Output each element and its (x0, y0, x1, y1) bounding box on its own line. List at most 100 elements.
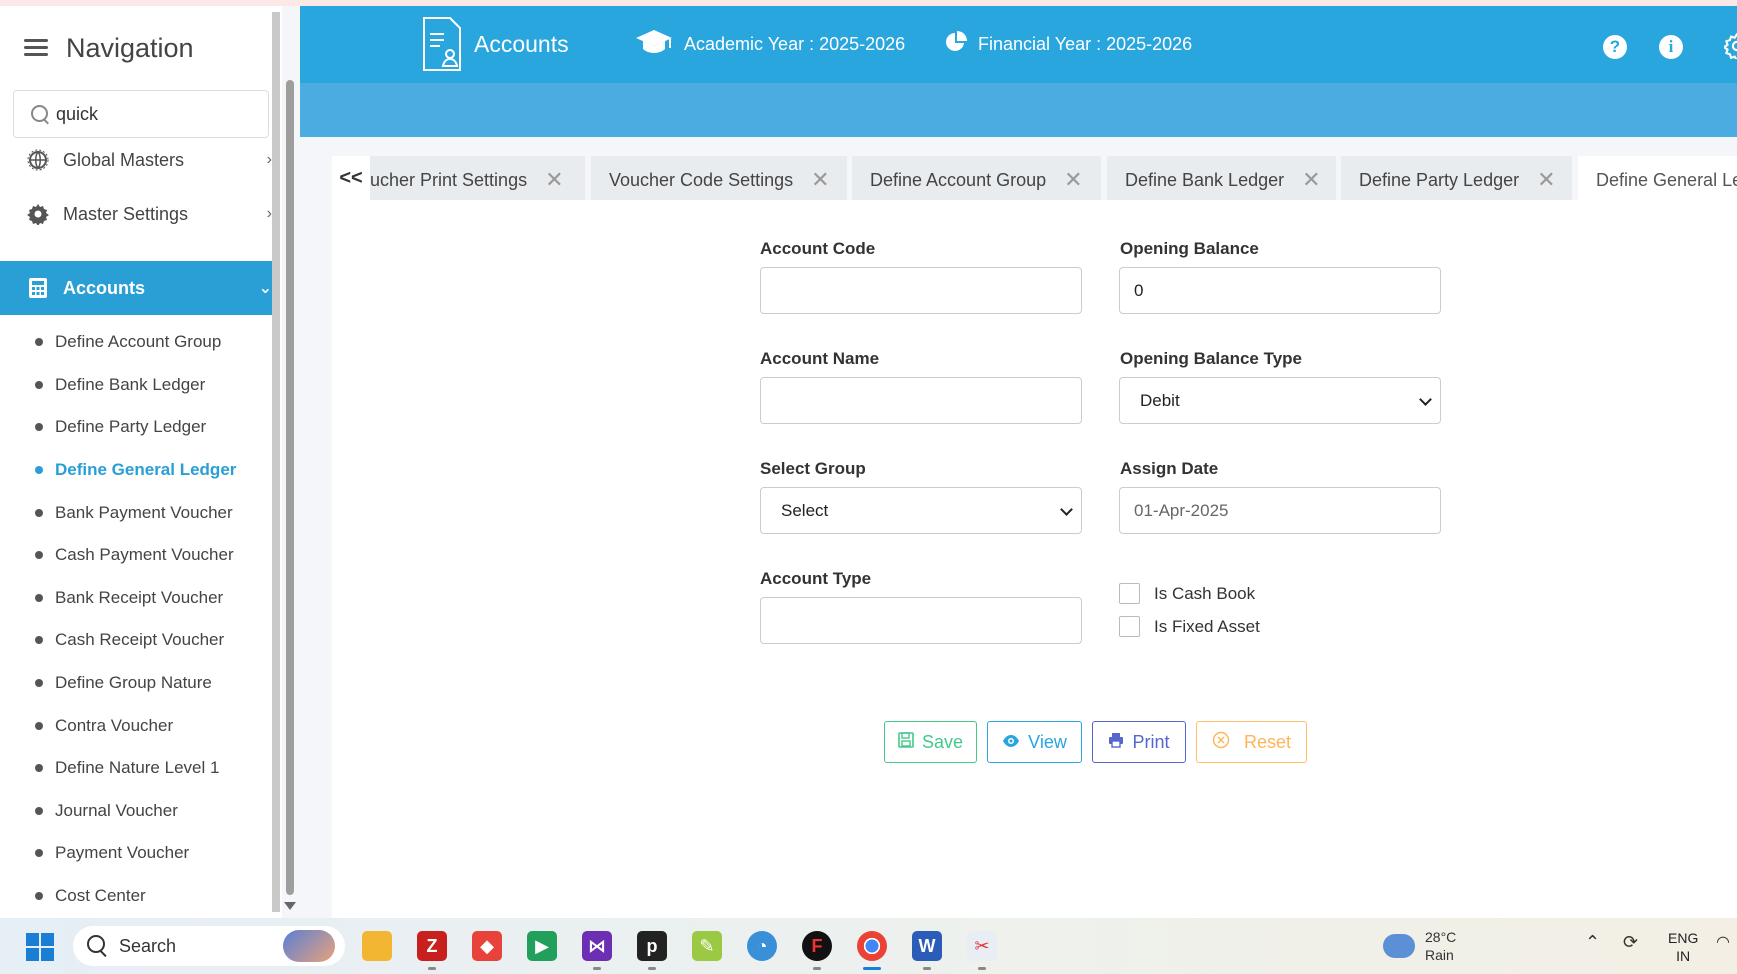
tab-voucher-code-settings[interactable]: Voucher Code Settings ✕ (591, 156, 847, 204)
meet-icon[interactable]: ▶ (527, 931, 557, 961)
taskbar-search[interactable]: Search (73, 926, 345, 966)
account-code-label: Account Code (760, 239, 876, 258)
assign-date-label: Assign Date (1120, 459, 1219, 478)
submenu-label: Define Party Ledger (55, 417, 207, 437)
color-picker-icon[interactable]: ✎ (692, 931, 722, 961)
submenu-payment-voucher[interactable]: Payment Voucher (0, 832, 278, 875)
tab-define-bank-ledger[interactable]: Define Bank Ledger ✕ (1107, 156, 1336, 204)
calculator-icon (27, 277, 49, 299)
submenu-bank-payment-voucher[interactable]: Bank Payment Voucher (0, 491, 278, 534)
account-code-input[interactable] (760, 267, 1082, 314)
feedback-icon[interactable]: ◔ (747, 931, 777, 961)
bullet-icon (35, 338, 43, 347)
account-type-label: Account Type (760, 569, 872, 588)
floppy-disk-icon (898, 731, 914, 753)
view-button-label: View (1028, 731, 1067, 752)
submenu-cash-receipt-voucher[interactable]: Cash Receipt Voucher (0, 619, 278, 662)
menu-item-accounts[interactable]: Accounts ⌄ (0, 261, 278, 315)
settings-gear-icon[interactable] (1724, 33, 1737, 61)
weather-widget[interactable]: 28°C Rain (1383, 928, 1456, 964)
submenu-journal-voucher[interactable]: Journal Voucher (0, 790, 278, 833)
submenu-label: Cash Payment Voucher (55, 545, 234, 565)
bullet-icon (35, 806, 43, 815)
select-group-select[interactable]: Select (760, 487, 1082, 534)
file-explorer-icon[interactable] (362, 931, 392, 961)
sync-icon[interactable]: ⟳ (1623, 932, 1638, 953)
submenu-label: Define Bank Ledger (55, 374, 206, 394)
chrome-icon[interactable] (857, 931, 887, 970)
weather-text: 28°C Rain (1425, 928, 1456, 964)
sidebar-scrollbar-thumb[interactable] (286, 80, 294, 895)
tabs-scroll-left-button[interactable]: << (332, 156, 370, 200)
is-fixed-asset-checkbox[interactable] (1119, 616, 1140, 637)
submenu-label: Contra Voucher (55, 715, 174, 735)
word-icon[interactable]: W (912, 931, 942, 970)
close-icon[interactable]: ✕ (1537, 167, 1555, 193)
is-cash-book-checkbox[interactable] (1119, 583, 1140, 604)
tab-define-party-ledger[interactable]: Define Party Ledger ✕ (1341, 156, 1572, 204)
reset-button[interactable]: Reset (1196, 721, 1307, 763)
p-app-icon[interactable]: p (637, 931, 667, 970)
print-button[interactable]: Print (1092, 721, 1186, 763)
submenu-define-party-ledger[interactable]: Define Party Ledger (0, 406, 278, 449)
is-fixed-asset-row[interactable]: Is Fixed Asset (1119, 616, 1260, 637)
submenu-define-account-group[interactable]: Define Account Group (0, 321, 278, 364)
is-cash-book-row[interactable]: Is Cash Book (1119, 583, 1255, 604)
view-button[interactable]: View (987, 721, 1082, 763)
eye-icon (1002, 732, 1020, 753)
assign-date-input[interactable]: 01-Apr-2025 (1119, 487, 1441, 534)
submenu-define-group-nature[interactable]: Define Group Nature (0, 662, 278, 705)
menu-item-global-masters[interactable]: Global Masters › (0, 133, 278, 187)
submenu-define-general-ledger[interactable]: Define General Ledger (0, 449, 278, 492)
save-button[interactable]: Save (884, 721, 977, 763)
submenu-bank-receipt-voucher[interactable]: Bank Receipt Voucher (0, 577, 278, 620)
bullet-icon (35, 466, 43, 475)
chevron-up-icon[interactable]: ⌃ (1585, 932, 1600, 953)
scroll-down-arrow-icon[interactable] (284, 902, 296, 910)
sidebar-scroll-track (272, 12, 280, 912)
submenu-label: Journal Voucher (55, 800, 178, 820)
help-icon[interactable]: ? (1603, 35, 1627, 59)
tab-label: Define Bank Ledger (1125, 169, 1285, 190)
bullet-icon (35, 892, 43, 901)
language-indicator[interactable]: ENG IN (1668, 929, 1698, 965)
submenu-cost-center[interactable]: Cost Center (0, 875, 278, 918)
tab-define-general-ledger[interactable]: Define General Le (1578, 156, 1737, 204)
menu-item-label: Master Settings (63, 203, 189, 224)
security-icon[interactable]: F (802, 931, 832, 970)
submenu-contra-voucher[interactable]: Contra Voucher (0, 704, 278, 747)
close-icon[interactable]: ✕ (1302, 167, 1320, 193)
sidebar: Navigation Global Masters › Master Setti… (0, 6, 282, 918)
chevron-down-icon (1060, 503, 1073, 516)
submenu-define-nature-level-1[interactable]: Define Nature Level 1 (0, 747, 278, 790)
info-icon[interactable]: i (1659, 35, 1683, 59)
tab-voucher-print-settings[interactable]: ucher Print Settings ✕ (370, 156, 585, 204)
hamburger-menu-icon[interactable] (24, 38, 50, 58)
submenu-cash-payment-voucher[interactable]: Cash Payment Voucher (0, 534, 278, 577)
sidebar-search[interactable] (13, 90, 269, 138)
wifi-icon[interactable]: ◠ (1716, 932, 1730, 952)
close-icon[interactable]: ✕ (1064, 167, 1082, 193)
filezilla-icon[interactable]: Z (417, 931, 447, 970)
menu-item-master-settings[interactable]: Master Settings › (0, 187, 278, 241)
tab-define-account-group[interactable]: Define Account Group ✕ (852, 156, 1101, 204)
rain-cloud-icon (1383, 934, 1415, 958)
opening-balance-input[interactable]: 0 (1119, 267, 1441, 314)
git-icon[interactable]: ◆ (472, 931, 502, 961)
tab-label: Define Party Ledger (1359, 169, 1520, 190)
opening-balance-type-select[interactable]: Debit (1119, 377, 1441, 424)
sidebar-search-input[interactable] (56, 103, 256, 125)
search-icon (87, 935, 109, 957)
visual-studio-icon[interactable]: ⋈ (582, 931, 612, 970)
snipping-tool-icon[interactable]: ✂ (967, 931, 997, 970)
close-icon[interactable]: ✕ (811, 167, 829, 193)
windows-start-icon[interactable] (26, 933, 54, 961)
account-name-input[interactable] (760, 377, 1082, 424)
select-value: Debit (1140, 390, 1180, 410)
bullet-icon (35, 721, 43, 730)
submenu-define-bank-ledger[interactable]: Define Bank Ledger (0, 364, 278, 407)
sidebar-title: Navigation (66, 32, 194, 63)
close-icon[interactable]: ✕ (545, 167, 563, 193)
account-type-input[interactable] (760, 597, 1082, 644)
is-cash-book-label: Is Cash Book (1154, 583, 1256, 603)
